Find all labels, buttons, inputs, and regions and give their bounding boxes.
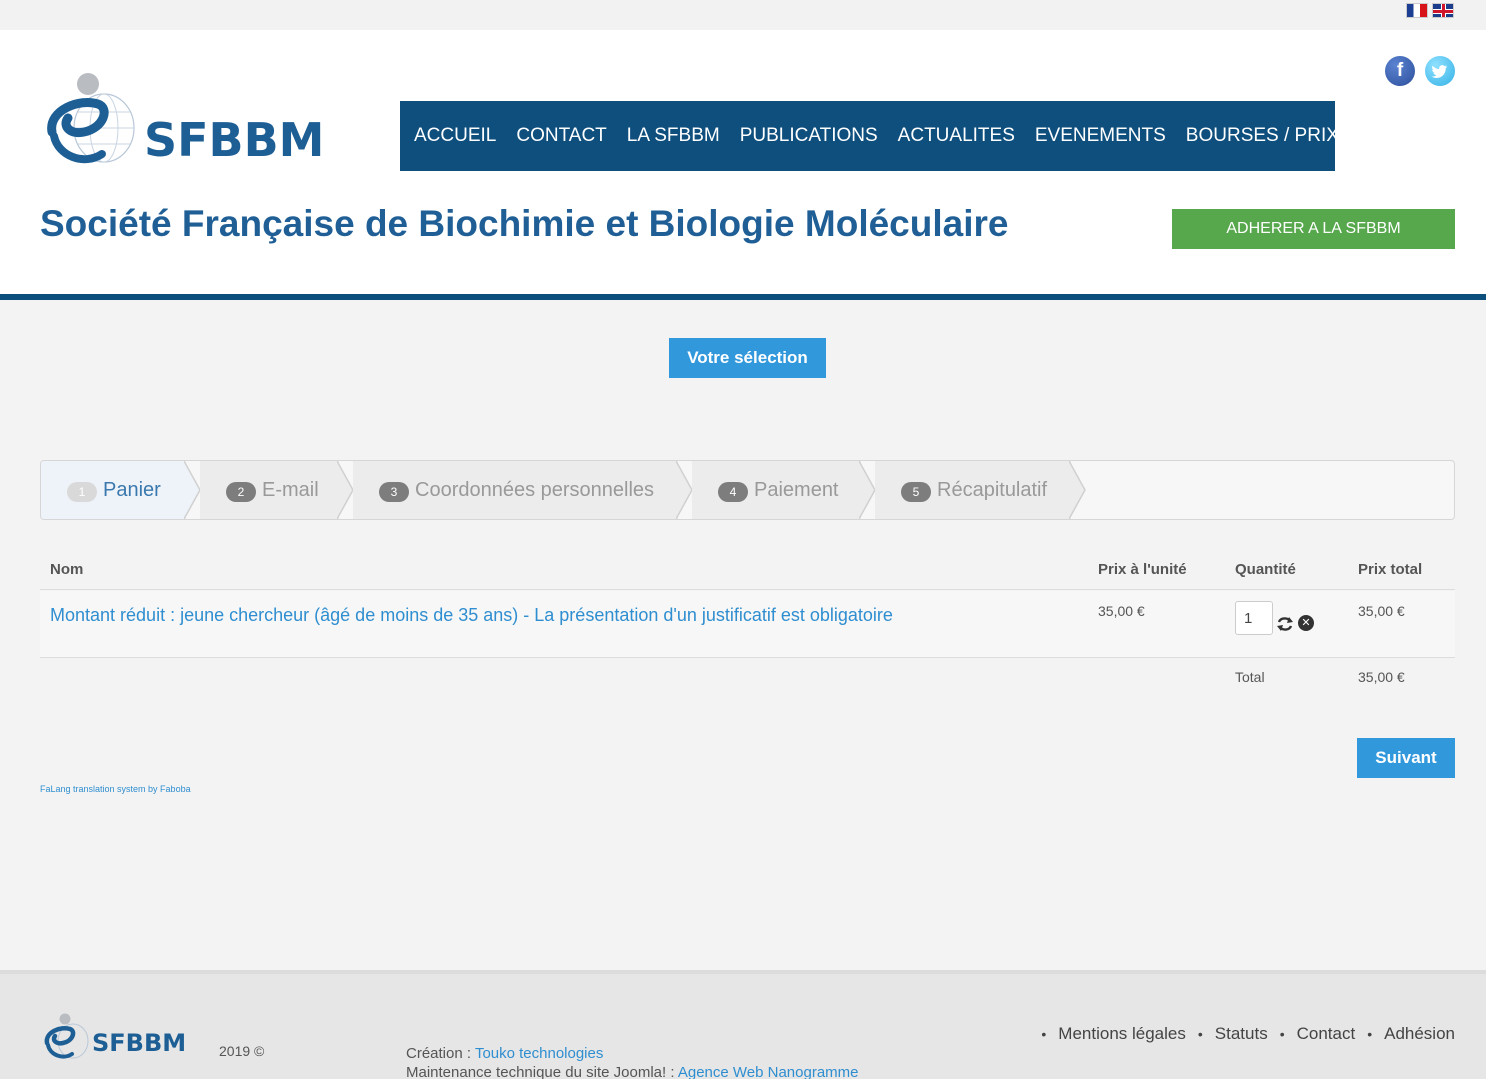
facebook-icon[interactable]: f <box>1385 56 1415 86</box>
your-selection-button[interactable]: Votre sélection <box>669 338 826 378</box>
footer-credits: Création : Touko technologies Maintenanc… <box>406 1044 859 1079</box>
footer-link-adhesion[interactable]: Adhésion <box>1367 1024 1455 1044</box>
unit-price: 35,00 € <box>1098 603 1145 619</box>
cart-header-row: Nom Prix à l'unité Quantité Prix total <box>40 550 1455 590</box>
creation-label: Création : <box>406 1045 475 1062</box>
column-quantity: Quantité <box>1235 561 1296 578</box>
step-number: 1 <box>67 482 97 502</box>
twitter-bird-icon <box>1431 65 1448 78</box>
join-sfbbm-button[interactable]: ADHERER A LA SFBBM <box>1172 209 1455 249</box>
footer-links: Mentions légales Statuts Contact Adhésio… <box>1029 1024 1455 1044</box>
step-summary[interactable]: 5 Récapitulatif <box>875 461 1071 519</box>
step-label: Coordonnées personnelles <box>415 478 655 501</box>
footer-link-mentions[interactable]: Mentions légales <box>1041 1024 1186 1044</box>
header-divider <box>0 294 1486 300</box>
table-row: Montant réduit : jeune chercheur (âgé de… <box>40 591 1455 658</box>
logo-mark-icon <box>47 73 135 164</box>
step-label: Panier <box>103 478 161 501</box>
language-bar <box>0 0 1486 30</box>
falang-credit-link[interactable]: FaLang translation system by Faboba <box>40 784 191 794</box>
remove-icon[interactable]: ✕ <box>1298 615 1314 631</box>
nav-item-publications[interactable]: PUBLICATIONS <box>740 125 878 147</box>
step-label: E-mail <box>262 478 319 501</box>
total-value: 35,00 € <box>1358 669 1405 685</box>
next-button[interactable]: Suivant <box>1357 738 1455 778</box>
checkout-steps: 1 Panier 2 E-mail 3 Coordonnées personne… <box>40 460 1455 520</box>
nav-item-evenements[interactable]: EVENEMENTS <box>1035 125 1166 147</box>
quantity-input[interactable] <box>1235 601 1273 635</box>
column-name: Nom <box>50 561 84 578</box>
column-unit-price: Prix à l'unité <box>1098 561 1187 578</box>
copyright-year: 2019 © <box>219 1043 265 1059</box>
footer-logo[interactable]: SFBBM <box>42 1012 212 1062</box>
nav-item-accueil[interactable]: ACCUEIL <box>414 125 496 147</box>
site-title: Société Française de Biochimie et Biolog… <box>40 203 1009 244</box>
step-payment[interactable]: 4 Paiement <box>692 461 861 519</box>
step-number: 5 <box>901 482 931 502</box>
main-navigation: ACCUEIL CONTACT LA SFBBM PUBLICATIONS AC… <box>400 101 1339 171</box>
sfbbm-logo[interactable]: SFBBM <box>44 70 374 170</box>
maintenance-label: Maintenance technique du site Joomla! : <box>406 1064 678 1079</box>
nav-item-bourses-prix[interactable]: BOURSES / PRIX <box>1186 125 1339 147</box>
step-number: 2 <box>226 482 256 502</box>
footer-link-statuts[interactable]: Statuts <box>1198 1024 1268 1044</box>
step-label: Récapitulatif <box>937 478 1048 501</box>
total-label: Total <box>1235 669 1265 685</box>
step-number: 4 <box>718 482 748 502</box>
column-total-price: Prix total <box>1358 561 1423 578</box>
english-flag-icon[interactable] <box>1432 3 1454 18</box>
nav-item-contact[interactable]: CONTACT <box>516 125 606 147</box>
step-personal-details[interactable]: 3 Coordonnées personnelles <box>353 461 678 519</box>
refresh-icon[interactable] <box>1276 615 1294 633</box>
total-price: 35,00 € <box>1358 603 1405 619</box>
creation-link[interactable]: Touko technologies <box>475 1045 603 1062</box>
footer-logo-text: SFBBM <box>92 1029 187 1057</box>
nav-item-la-sfbbm[interactable]: LA SFBBM <box>627 125 720 147</box>
step-chevron-icon <box>1069 461 1086 519</box>
step-cart[interactable]: 1 Panier <box>41 461 186 519</box>
maintenance-link[interactable]: Agence Web Nanogramme <box>678 1064 859 1079</box>
footer-link-contact[interactable]: Contact <box>1280 1024 1356 1044</box>
twitter-icon[interactable] <box>1425 56 1455 86</box>
logo-mark-icon <box>44 1013 89 1059</box>
french-flag-icon[interactable] <box>1406 3 1428 18</box>
step-label: Paiement <box>754 478 839 501</box>
logo-text: SFBBM <box>144 113 325 167</box>
nav-item-actualites[interactable]: ACTUALITES <box>898 125 1015 147</box>
step-number: 3 <box>379 482 409 502</box>
cart-item-link[interactable]: Montant réduit : jeune chercheur (âgé de… <box>50 605 893 626</box>
step-email[interactable]: 2 E-mail <box>200 461 339 519</box>
